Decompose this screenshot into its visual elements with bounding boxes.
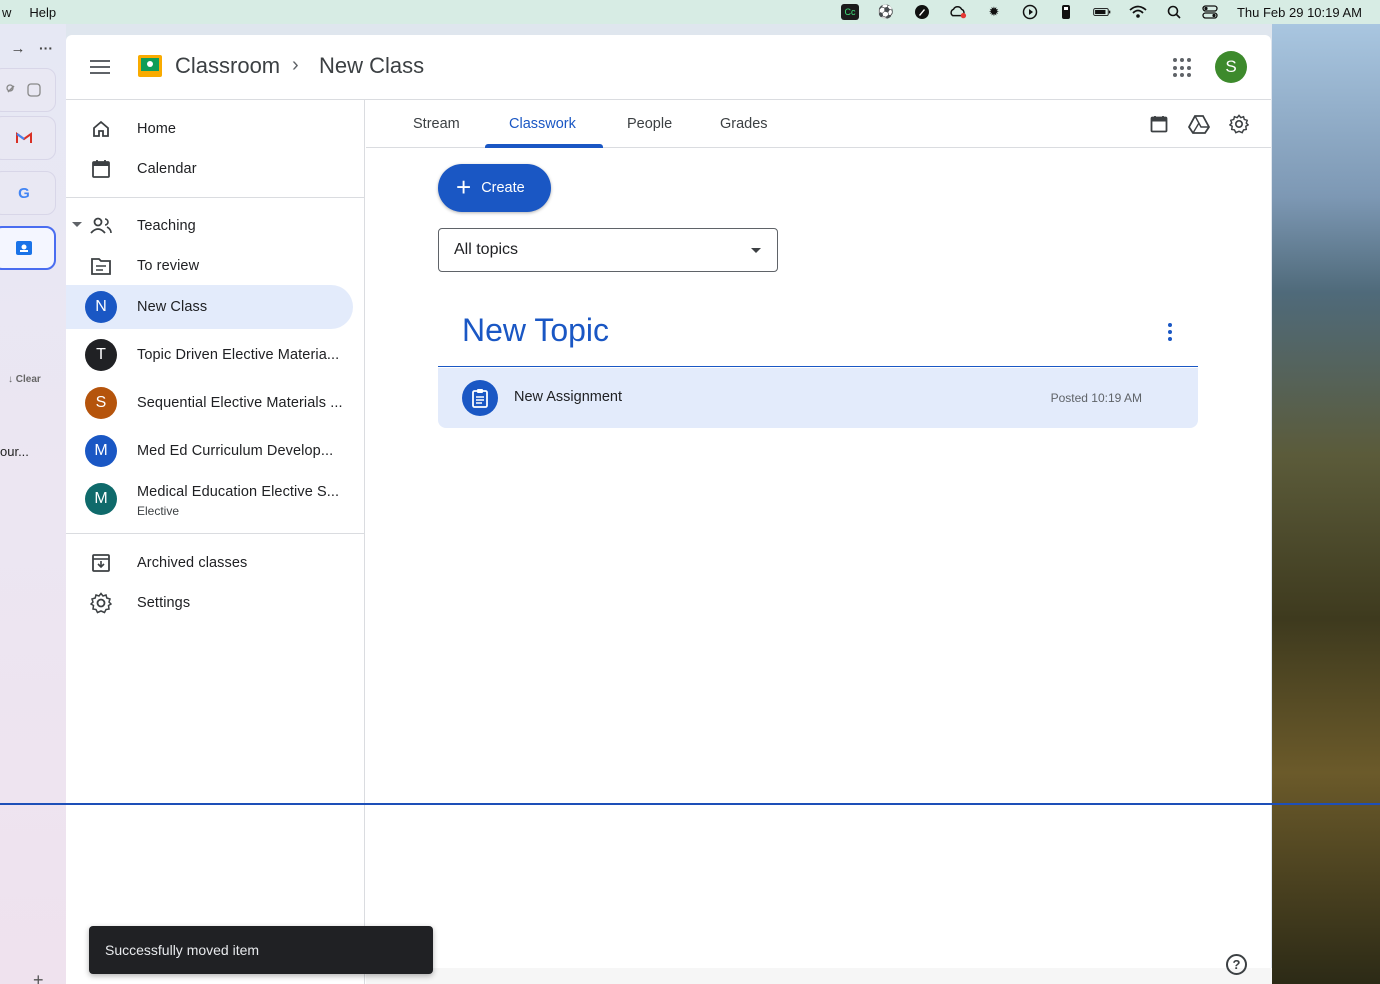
topic-filter-value: All topics [454, 241, 519, 258]
battery-icon[interactable] [1093, 4, 1111, 20]
expand-caret-icon[interactable] [72, 222, 82, 227]
menubar-clock[interactable]: Thu Feb 29 10:19 AM [1237, 5, 1362, 20]
classroom-window: Classroom › New Class S Home Calendar Te… [66, 35, 1271, 984]
sidebar-class-med-ed[interactable]: M Med Ed Curriculum Develop... [66, 429, 353, 473]
sidebar-item-label: Calendar [137, 161, 197, 177]
class-avatar: M [85, 483, 117, 515]
google-calendar-icon[interactable] [1147, 112, 1171, 136]
classroom-logo-icon[interactable] [138, 55, 162, 77]
topic-underline [438, 366, 1198, 367]
class-avatar: T [85, 339, 117, 371]
account-avatar[interactable]: S [1215, 51, 1247, 83]
cc-icon[interactable]: Cc [840, 4, 859, 20]
class-avatar: M [85, 435, 117, 467]
archive-icon [88, 550, 114, 576]
home-icon [88, 116, 114, 142]
new-tab-plus-icon[interactable]: + [33, 970, 44, 984]
creative-cloud-icon[interactable] [949, 4, 967, 20]
sidebar-item-label: Archived classes [137, 555, 248, 571]
sidebar-item-settings[interactable]: Settings [66, 581, 353, 625]
sidebar-item-teaching[interactable]: Teaching [66, 204, 353, 248]
sidebar-item-label: Teaching [137, 218, 196, 234]
sidebar-class-medical-education[interactable]: M Medical Education Elective S... Electi… [66, 477, 353, 521]
sidebar-item-label: New Class [137, 299, 208, 315]
snackbar-toast: Successfully moved item [89, 926, 433, 974]
drive-folder-icon[interactable] [1187, 112, 1211, 136]
strip-tab-classroom[interactable] [0, 226, 56, 270]
active-tab-indicator [485, 144, 603, 148]
tab-people[interactable]: People [627, 100, 672, 148]
class-subtitle: Elective [137, 504, 180, 518]
gear-burst-icon[interactable]: ✹ [985, 4, 1003, 20]
strip-tab-google[interactable]: G [0, 171, 56, 215]
sidebar-divider [66, 533, 365, 534]
sidebar-divider [66, 197, 365, 198]
desktop-wallpaper [1272, 24, 1380, 984]
pen-icon[interactable] [913, 4, 931, 20]
usb-icon[interactable] [1057, 4, 1075, 20]
clear-button[interactable]: ↓ Clear [8, 374, 41, 385]
topic-heading[interactable]: New Topic [462, 312, 609, 349]
main-menu-icon[interactable] [88, 55, 112, 79]
menu-window[interactable]: w [2, 5, 11, 20]
drag-guide-line [0, 803, 1380, 805]
sidebar-item-label: Topic Driven Elective Materia... [137, 347, 340, 363]
tab-grades[interactable]: Grades [720, 100, 768, 148]
assignment-title: New Assignment [514, 389, 622, 405]
create-button-label: Create [481, 180, 525, 196]
calendar-icon [88, 156, 114, 182]
sidebar-item-calendar[interactable]: Calendar [66, 147, 353, 191]
gear-icon [88, 590, 114, 616]
breadcrumb-class[interactable]: New Class [319, 53, 424, 79]
tab-classwork[interactable]: Classwork [509, 100, 576, 148]
window-bottom-edge [366, 968, 1272, 984]
sidebar-item-archived[interactable]: Archived classes [66, 541, 353, 585]
strip-tab-text[interactable]: our... [0, 444, 29, 459]
assignment-posted-time: Posted 10:19 AM [1050, 391, 1142, 405]
play-icon[interactable] [1021, 4, 1039, 20]
strip-tab-links[interactable] [0, 68, 56, 112]
people-icon [88, 213, 114, 239]
assignment-icon [462, 380, 498, 416]
class-avatar: S [85, 387, 117, 419]
class-avatar: N [85, 291, 117, 323]
breadcrumb-app[interactable]: Classroom [175, 53, 280, 79]
folder-review-icon [88, 253, 114, 279]
soccer-icon[interactable]: ⚽ [877, 4, 895, 20]
class-settings-gear-icon[interactable] [1227, 112, 1251, 136]
create-button[interactable]: + Create [438, 164, 551, 212]
sidebar-item-label: Home [137, 121, 177, 137]
sidebar-item-home[interactable]: Home [66, 107, 353, 151]
sidebar-class-sequential[interactable]: S Sequential Elective Materials ... [66, 381, 353, 425]
browser-sidebar-strip [0, 24, 66, 984]
chevron-right-icon: › [292, 54, 299, 76]
macos-menubar: w Help Cc ⚽ ✹ Thu Feb 29 10:19 AM [0, 0, 1380, 24]
dropdown-arrow-icon [751, 248, 761, 253]
class-tabs: Stream Classwork People Grades [366, 100, 1271, 148]
tab-stream[interactable]: Stream [413, 100, 460, 148]
google-apps-icon[interactable] [1173, 58, 1193, 78]
wifi-icon[interactable] [1129, 4, 1147, 20]
top-app-bar: Classroom › New Class S [66, 35, 1271, 100]
control-center-icon[interactable] [1201, 4, 1219, 20]
assignment-row[interactable]: New Assignment Posted 10:19 AM [438, 368, 1198, 428]
sidebar-item-label: Med Ed Curriculum Develop... [137, 443, 334, 459]
plus-icon: + [456, 172, 472, 202]
topic-more-options-icon[interactable] [1164, 320, 1176, 344]
search-icon[interactable] [1165, 4, 1183, 20]
sidebar-item-to-review[interactable]: To review [66, 244, 353, 288]
sidebar-item-label: Settings [137, 595, 191, 611]
sidebar-class-topic-driven[interactable]: T Topic Driven Elective Materia... [66, 333, 353, 377]
sidebar-item-label: To review [137, 258, 200, 274]
sidebar-class-new-class[interactable]: N New Class [66, 285, 353, 329]
forward-arrow-icon[interactable]: → [8, 40, 28, 57]
menu-help[interactable]: Help [29, 5, 56, 20]
strip-tab-gmail[interactable] [0, 116, 56, 160]
sidebar-item-label: Medical Education Elective S... [137, 484, 340, 500]
sidebar-item-label: Sequential Elective Materials ... [137, 395, 343, 411]
more-icon[interactable]: ··· [36, 40, 56, 56]
topic-filter-select[interactable]: All topics [438, 228, 778, 272]
sidebar: Home Calendar Teaching To review N New C… [66, 100, 365, 984]
help-icon[interactable]: ? [1226, 954, 1247, 975]
